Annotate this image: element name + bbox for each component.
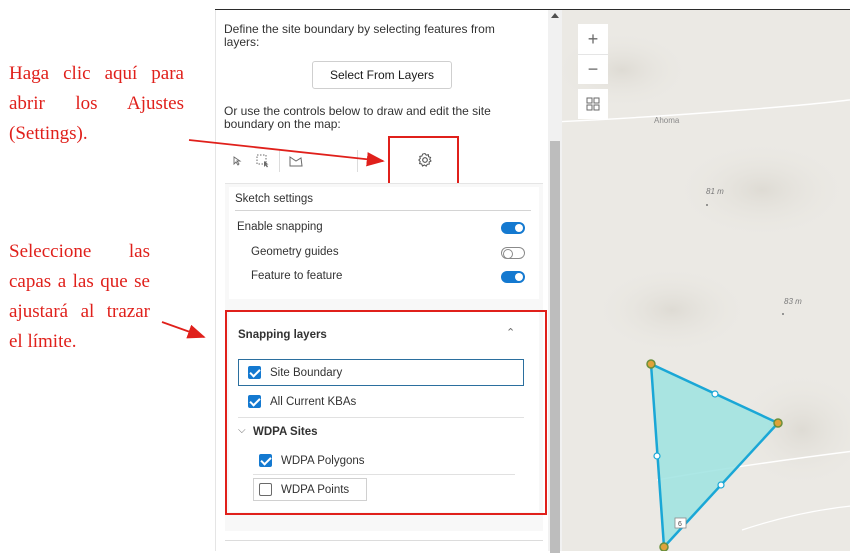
enable-snapping-toggle[interactable]: [501, 222, 525, 234]
basemap-gallery-icon[interactable]: [578, 89, 608, 119]
sketch-settings-divider: [235, 210, 531, 211]
geometry-guides-label: Geometry guides: [251, 246, 339, 258]
place-label: Ahoma: [654, 116, 680, 125]
layers-arrow: [161, 321, 206, 339]
panel-scrollbar[interactable]: [548, 10, 562, 553]
zoom-in-icon[interactable]: +: [578, 24, 608, 54]
vertex-handle: [773, 418, 783, 428]
toolbar-divider: [279, 150, 280, 172]
zoom-out-icon[interactable]: −: [578, 54, 608, 84]
scroll-up-icon[interactable]: [551, 13, 559, 18]
define-boundary-text: Define the site boundary by selecting fe…: [224, 22, 495, 49]
sketch-settings-title: Sketch settings: [235, 193, 313, 205]
select-from-layers-button[interactable]: Select From Layers: [312, 61, 452, 89]
road-shield-number: 6: [678, 521, 682, 528]
settings-hint-annotation: Haga clic aquí para abrir los Ajustes (S…: [9, 63, 184, 144]
elevation-label: 81 m: [706, 187, 724, 196]
midpoint-handle: [653, 452, 661, 460]
settings-highlight-box: [388, 136, 459, 188]
sketch-toolbar: [224, 148, 361, 174]
select-icon[interactable]: [224, 148, 250, 174]
geometry-guides-toggle[interactable]: [501, 247, 525, 259]
layers-hint-annotation: Seleccione las capas a las que se ajusta…: [9, 241, 150, 352]
scrollbar-thumb[interactable]: [550, 141, 560, 553]
midpoint-handle: [717, 481, 725, 489]
snapping-layers-highlight-box: [225, 310, 547, 515]
feature-to-feature-toggle[interactable]: [501, 271, 525, 283]
polygon-icon[interactable]: [283, 148, 309, 174]
feature-to-feature-label: Feature to feature: [251, 270, 343, 282]
box-select-icon[interactable]: [250, 148, 276, 174]
road-line: [741, 505, 850, 531]
elevation-label: 83 m: [784, 297, 802, 306]
midpoint-handle: [711, 390, 719, 398]
panel-bottom-divider: [225, 540, 543, 541]
vertex-handle: [646, 359, 656, 369]
vertex-handle: [659, 542, 669, 551]
enable-snapping-label: Enable snapping: [237, 221, 323, 233]
draw-instructions-text: Or use the controls below to draw and ed…: [224, 104, 491, 131]
toolbar-divider: [357, 150, 358, 172]
